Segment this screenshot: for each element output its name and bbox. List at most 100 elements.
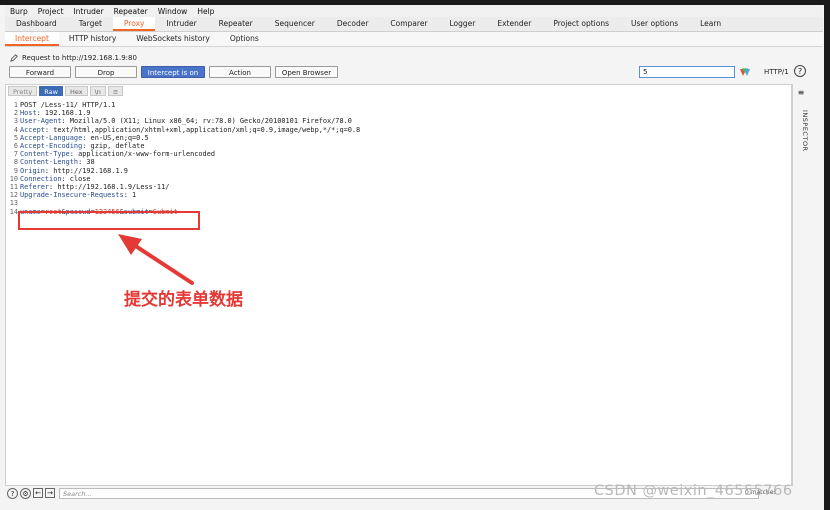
action-button[interactable]: Action: [209, 66, 271, 78]
arrow-left-icon[interactable]: ←: [33, 488, 43, 498]
tab-learn[interactable]: Learn: [689, 17, 732, 31]
request-line[interactable]: 5 Accept-Language: en-US,en;q=0.5: [8, 134, 360, 142]
request-target-label: Request to http://192.168.1.9:80: [22, 54, 137, 62]
request-line[interactable]: 12 Upgrade-Insecure-Requests: 1: [8, 191, 360, 199]
arrow-right-icon[interactable]: →: [45, 488, 55, 498]
tab-sequencer[interactable]: Sequencer: [264, 17, 326, 31]
menu-intruder[interactable]: Intruder: [68, 7, 108, 16]
header-name: Host: [20, 109, 37, 118]
tab-project-options[interactable]: Project options: [542, 17, 620, 31]
drop-button[interactable]: Drop: [75, 66, 137, 78]
line-number: 14: [9, 207, 18, 216]
line-number: 1: [13, 101, 18, 109]
tab-dashboard[interactable]: Dashboard: [5, 17, 68, 31]
menu-repeater[interactable]: Repeater: [109, 7, 153, 16]
highlight-color-icon[interactable]: [739, 66, 753, 78]
header-value: text/html,application/xhtml+xml,applicat…: [49, 125, 361, 134]
line-number: 2: [13, 109, 18, 118]
menu-project[interactable]: Project: [33, 7, 69, 16]
http-version-label[interactable]: HTTP/1: [764, 66, 789, 78]
intercept-toggle-button[interactable]: Intercept is on: [141, 66, 205, 78]
view-newline-tab[interactable]: \n: [89, 86, 106, 96]
line-number: 8: [13, 158, 18, 167]
highlight-box: [18, 211, 200, 230]
inspector-tab[interactable]: INSPECTOR: [793, 110, 809, 170]
header-name: Origin: [20, 166, 45, 175]
request-line[interactable]: 9 Origin: http://192.168.1.9: [8, 167, 360, 175]
menu-help[interactable]: Help: [192, 7, 219, 16]
window-right-edge: [824, 0, 830, 510]
header-value: close: [65, 174, 91, 183]
tab-logger[interactable]: Logger: [439, 17, 487, 31]
tab-user-options[interactable]: User options: [620, 17, 689, 31]
request-line[interactable]: 11 Referer: http://192.168.1.9/Less-11/: [8, 183, 360, 191]
header-value: 38: [82, 158, 95, 167]
annotation-label: 提交的表单数据: [124, 290, 243, 310]
request-line[interactable]: 8 Content-Length: 38: [8, 158, 360, 166]
tab-decoder[interactable]: Decoder: [326, 17, 380, 31]
header-name: User-Agent: [20, 117, 62, 126]
menu-bar: Burp Project Intruder Repeater Window He…: [5, 5, 823, 17]
tab-extender[interactable]: Extender: [486, 17, 542, 31]
tab-comparer[interactable]: Comparer: [379, 17, 438, 31]
request-line[interactable]: 10 Connection: close: [8, 175, 360, 183]
pencil-icon[interactable]: [10, 54, 18, 62]
comment-input[interactable]: 5: [639, 66, 735, 78]
menu-burp[interactable]: Burp: [5, 7, 33, 16]
open-browser-button[interactable]: Open Browser: [275, 66, 338, 78]
header-name: Content-Type: [20, 150, 70, 159]
help-icon[interactable]: ?: [7, 487, 18, 499]
line-number: 5: [13, 133, 18, 142]
main-tabs: Dashboard Target Proxy Intruder Repeater…: [5, 17, 823, 32]
raw-request-text[interactable]: 1 POST /Less-11/ HTTP/1.1 2 Host: 192.168.1…: [8, 101, 361, 216]
line-number: 3: [13, 117, 18, 126]
header-value: http://192.168.1.9: [49, 166, 128, 175]
view-hex-tab[interactable]: Hex: [64, 86, 88, 96]
tab-target[interactable]: Target: [68, 17, 113, 31]
tab-http-history[interactable]: HTTP history: [59, 32, 126, 46]
request-line[interactable]: 4 Accept: text/html,application/xhtml+xml…: [8, 126, 360, 134]
line-number: 13: [9, 199, 18, 208]
request-line[interactable]: 2 Host: 192.168.1.9: [8, 109, 360, 117]
menu-window[interactable]: Window: [153, 7, 193, 16]
view-raw-tab[interactable]: Raw: [39, 86, 63, 96]
request-line[interactable]: 7 Content-Type: application/x-www-form-ur…: [8, 150, 360, 158]
view-mode-tabs: Pretty Raw Hex \n ≡: [8, 86, 124, 96]
header-value: Mozilla/5.0 (X11; Linux x86_64; rv:78.0)…: [65, 117, 352, 126]
inspector-menu-icon[interactable]: ≡: [796, 88, 806, 98]
line-number: 10: [9, 174, 18, 183]
proxy-sub-tabs: Intercept HTTP history WebSockets histor…: [5, 32, 823, 47]
header-name: Upgrade-Insecure-Requests: [20, 191, 124, 200]
header-value: 192.168.1.9: [40, 109, 91, 118]
request-line[interactable]: 13: [8, 199, 360, 207]
header-name: Referer: [20, 183, 50, 192]
tab-intercept[interactable]: Intercept: [5, 32, 59, 46]
tab-proxy[interactable]: Proxy: [112, 17, 156, 31]
line-number: 6: [13, 142, 18, 151]
tab-options[interactable]: Options: [220, 32, 269, 46]
line-number: 11: [9, 183, 18, 192]
line-number: 9: [13, 166, 18, 175]
request-line[interactable]: 3 User-Agent: Mozilla/5.0 (X11; Linux x86…: [8, 117, 360, 125]
header-name: Accept-Language: [20, 133, 83, 142]
request-line[interactable]: 1 POST /Less-11/ HTTP/1.1: [8, 101, 360, 109]
header-value: en-US,en;q=0.5: [86, 133, 149, 142]
tab-repeater[interactable]: Repeater: [208, 17, 264, 31]
editor-menu-icon[interactable]: ≡: [107, 86, 124, 96]
tab-intruder[interactable]: Intruder: [155, 17, 207, 31]
line-number: 4: [13, 125, 18, 134]
header-value: http://192.168.1.9/Less-11/: [53, 183, 170, 192]
view-pretty-tab[interactable]: Pretty: [8, 86, 38, 96]
header-name: Accept: [20, 125, 45, 134]
header-value: application/x-www-form-urlencoded: [73, 150, 216, 159]
header-value: gzip, deflate: [86, 142, 145, 151]
header-name: Accept-Encoding: [20, 142, 83, 151]
request-line[interactable]: 6 Accept-Encoding: gzip, deflate: [8, 142, 360, 150]
gear-icon[interactable]: ⚙: [20, 487, 31, 499]
tab-websockets-history[interactable]: WebSockets history: [126, 32, 220, 46]
request-line-text: POST /Less-11/ HTTP/1.1: [20, 101, 116, 109]
header-name: Content-Length: [20, 158, 79, 167]
forward-button[interactable]: Forward: [9, 66, 71, 78]
line-number: 12: [9, 191, 18, 200]
help-icon[interactable]: ?: [794, 65, 806, 77]
